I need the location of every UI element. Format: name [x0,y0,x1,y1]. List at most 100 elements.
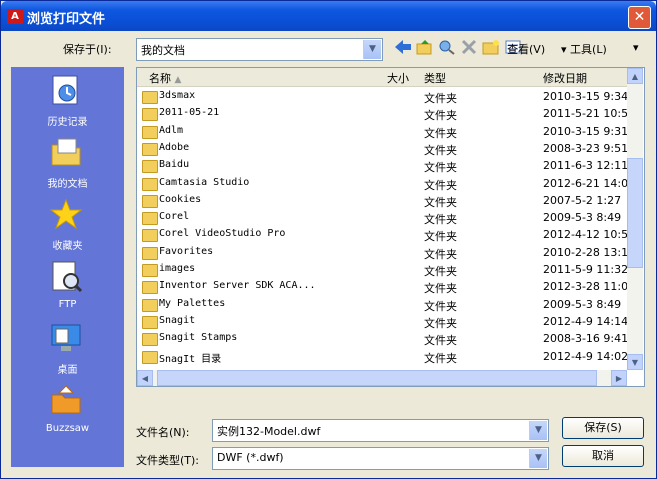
file-date: 2012-3-28 11:0 [543,280,629,294]
file-type: 文件夹 [424,109,457,123]
file-name: Snagit Stamps [159,332,238,344]
list-item[interactable]: images 文件夹 2011-5-9 11:32 [137,261,629,278]
folder-icon [142,91,158,104]
place-history[interactable]: 历史记录 [11,71,124,133]
column-size[interactable]: 大小 [387,70,409,86]
file-list[interactable]: 名称 ▲ 大小 类型 修改日期 3dsmax 文件夹 2010-3-15 9:34 2… [136,67,645,387]
scroll-right-icon[interactable]: ▶ [611,370,627,386]
file-date: 2012-4-9 14:14 [543,314,629,328]
folder-icon [142,108,158,122]
place-my-documents[interactable]: 我的文档 [11,133,124,195]
file-type: 文件夹 [424,178,457,192]
title-bar[interactable]: A 浏览打印文件 ✕ [1,1,656,31]
list-item[interactable]: Cookies 文件夹 2007-5-2 1:27 [137,192,627,209]
filetype-label: 文件类型(T): [136,454,200,467]
list-item[interactable]: Snagit Stamps 文件夹 2008-3-16 9:41 [137,330,629,347]
file-type: 文件夹 [424,265,457,278]
scroll-thumb-horizontal[interactable] [157,370,597,386]
place-buzzsaw[interactable]: Buzzsaw [11,381,124,443]
column-name[interactable]: 名称 ▲ [149,70,181,86]
save-button[interactable]: 保存(S) [562,417,644,439]
folder-icon [142,177,158,191]
scroll-up-icon[interactable]: ▲ [627,68,643,84]
list-item[interactable]: My Palettes 文件夹 2009-5-3 8:49 [137,296,627,313]
file-name: images [159,263,196,274]
acrobat-icon: A [7,9,23,24]
place-label: 收藏夹 [52,241,83,252]
file-type: 文件夹 [424,351,457,365]
folder-icon [142,212,158,226]
list-item[interactable]: 2011-05-21 文件夹 2011-5-21 10:5 [137,105,629,123]
file-date: 2009-5-3 8:49 [543,297,622,311]
file-name: Cookies [159,193,202,205]
close-button[interactable]: ✕ [628,6,651,29]
my-documents-icon [49,135,83,169]
file-date: 2011-5-9 11:32 [543,263,629,276]
column-modified[interactable]: 修改日期 [543,70,587,86]
filename-field[interactable]: 实例132-Model.dwf ▼ [212,419,549,442]
file-name: Baidu [159,159,190,171]
horizontal-scrollbar[interactable]: ◀ ▶ [137,370,627,386]
list-item[interactable]: Adlm 文件夹 2010-3-15 9:31 [137,123,629,140]
list-item[interactable]: Favorites 文件夹 2010-2-28 13:1 [137,244,629,261]
place-desktop[interactable]: 桌面 [11,319,124,381]
scroll-thumb[interactable] [627,158,643,268]
place-label: 历史记录 [47,117,88,128]
file-type: 文件夹 [424,230,457,244]
search-web-icon[interactable] [437,39,457,57]
ftp-icon [49,259,83,293]
file-type: 文件夹 [424,161,457,175]
file-date: 2012-4-9 14:02 [543,349,629,363]
folder-icon [142,194,158,208]
folder-icon [142,281,158,295]
save-in-value: 我的文档 [141,44,185,57]
vertical-scrollbar[interactable]: ▲ ▼ [627,68,643,370]
scroll-left-icon[interactable]: ◀ [137,370,153,386]
file-type: 文件夹 [424,126,457,140]
list-item[interactable]: Corel 文件夹 2009-5-3 8:49 [137,209,627,226]
up-folder-icon[interactable] [415,39,435,57]
file-type: 文件夹 [424,195,457,209]
list-item[interactable]: Inventor Server SDK ACA... 文件夹 2012-3-28 1… [137,278,629,295]
list-item[interactable]: Corel VideoStudio Pro 文件夹 2012-4-12 10:5 [137,226,629,244]
chevron-down-icon[interactable]: ▼ [529,421,547,440]
list-item[interactable]: 3dsmax 文件夹 2010-3-15 9:34 [137,88,629,105]
file-date: 2010-2-28 13:1 [543,245,629,259]
list-item[interactable]: SnagIt 目录 文件夹 2012-4-9 14:02 [137,348,629,365]
chevron-down-icon[interactable]: ▼ [363,40,381,59]
new-folder-icon[interactable] [481,39,501,57]
scroll-down-icon[interactable]: ▼ [627,354,643,370]
folder-icon [142,125,158,139]
desktop-icon [49,321,83,355]
file-date: 2008-3-16 9:41 [543,332,629,346]
place-ftp[interactable]: FTP [11,257,124,319]
list-item[interactable]: Camtasia Studio 文件夹 2012-6-21 14:0 [137,175,628,192]
file-type: 文件夹 [424,92,457,105]
view-menu-label: 查看(V) [507,43,546,56]
file-date: 2009-5-3 8:49 [543,211,622,225]
place-favorites[interactable]: 收藏夹 [11,195,124,257]
back-icon[interactable] [393,39,413,57]
sort-up-icon: ▲ [174,75,182,85]
delete-icon[interactable] [459,39,479,57]
file-date: 2010-3-15 9:34 [543,90,629,103]
view-menu[interactable]: 查看(V) [507,41,545,57]
list-item[interactable]: Baidu 文件夹 2011-6-3 12:11 [137,157,628,175]
history-icon [49,73,83,107]
file-date: 2012-4-12 10:5 [543,228,629,242]
folder-icon [142,246,158,260]
filetype-select[interactable]: DWF (*.dwf) ▼ [212,447,549,470]
save-in-combo[interactable]: 我的文档 ▼ [136,38,383,61]
file-name: SnagIt 目录 [159,353,222,365]
tools-menu[interactable]: ▾ 工具(L) [561,41,607,57]
filetype-value: DWF (*.dwf) [217,451,284,464]
more-chevron-icon[interactable]: ▾ [633,41,639,54]
file-date: 2011-5-21 10:5 [543,107,629,121]
file-date: 2010-3-15 9:31 [543,124,629,138]
window-title: 浏览打印文件 [27,12,106,27]
column-type[interactable]: 类型 [424,70,446,86]
list-item[interactable]: Snagit 文件夹 2012-4-9 14:14 [137,313,629,330]
list-item[interactable]: Adobe 文件夹 2008-3-23 9:51 [137,140,628,157]
cancel-button[interactable]: 取消 [562,445,644,467]
chevron-down-icon[interactable]: ▼ [529,449,547,468]
